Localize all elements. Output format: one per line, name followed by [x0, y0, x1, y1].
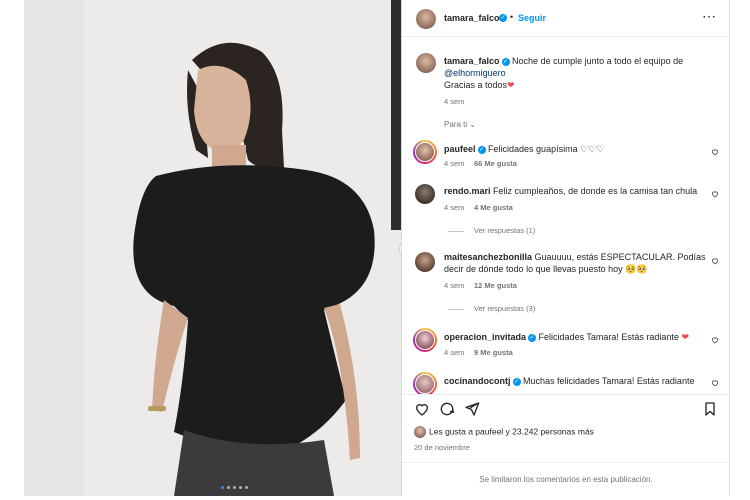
- caption-text: Noche de cumple junto a todo el equipo d…: [512, 56, 684, 66]
- comment-text: Muchas felicidades Tamara! Estás radiant…: [523, 376, 695, 386]
- share-send-icon[interactable]: [464, 401, 480, 417]
- comment-text: Guauuuu, estás ESPECTACULAR. Podías: [534, 252, 706, 262]
- verified-badge-icon: ✓: [501, 57, 510, 66]
- comment-item: maitesanchezbonilla Guauuuu, estás ESPEC…: [402, 248, 730, 318]
- view-replies-label: Ver respuestas (1): [474, 226, 536, 235]
- likes-text: Les gusta a paufeel y 23.242 personas má…: [429, 426, 594, 437]
- post-actions: [402, 394, 730, 422]
- caption-username[interactable]: tamara_falco: [444, 56, 500, 66]
- view-replies-button[interactable]: Ver respuestas (1): [448, 226, 535, 235]
- more-options-icon[interactable]: ⋯: [702, 8, 717, 25]
- comment-time[interactable]: 4 sem: [444, 281, 464, 290]
- reply-divider: [448, 308, 464, 310]
- avatar[interactable]: [415, 252, 435, 272]
- verified-badge-icon: ✓: [477, 145, 486, 154]
- comment-username[interactable]: operacion_invitada: [444, 332, 526, 342]
- mention-link[interactable]: @elhormiguero: [444, 68, 506, 78]
- carousel-dot: [233, 486, 236, 489]
- carousel-dots: [221, 486, 248, 489]
- carousel-dot: [239, 486, 242, 489]
- comment-time[interactable]: 4 sem: [444, 159, 464, 168]
- comment-body: rendo.mari Feliz cumpleaños, de donde es…: [444, 185, 714, 197]
- comment-time[interactable]: 4 sem: [444, 203, 464, 212]
- comment-item: paufeel ✓ Felicidades guapísima ♡♡♡ 4 sem…: [402, 138, 730, 174]
- comment-likes[interactable]: 4 Me gusta: [474, 203, 513, 212]
- story-ring[interactable]: [413, 372, 437, 394]
- separator-dot: •: [510, 12, 514, 22]
- comment-body: operacion_invitada ✓ Felicidades Tamara! …: [444, 331, 689, 343]
- post-photo[interactable]: ›: [24, 0, 401, 496]
- comment-username[interactable]: cocinandocontj: [444, 376, 511, 386]
- heart-outline-icon[interactable]: [711, 190, 719, 198]
- chevron-down-icon: ⌄: [469, 120, 477, 129]
- comment-item: cocinandocontj ✓ Muchas felicidades Tamar…: [402, 370, 730, 394]
- carousel-dot: [227, 486, 230, 489]
- header-username[interactable]: tamara_falco: [444, 13, 500, 23]
- heart-outline-icon[interactable]: [711, 148, 719, 156]
- comment-item: operacion_invitada ✓ Felicidades Tamara! …: [402, 326, 730, 362]
- like-heart-icon[interactable]: [414, 401, 430, 417]
- verified-badge-icon: ✓: [528, 333, 537, 342]
- story-ring[interactable]: [413, 328, 437, 352]
- comment-username[interactable]: rendo.mari: [444, 186, 491, 196]
- avatar: [414, 426, 426, 438]
- caption-body: tamara_falco ✓ Noche de cumple junto a to…: [444, 55, 724, 91]
- heart-outline-icon[interactable]: [711, 379, 719, 387]
- comment-likes[interactable]: 66 Me gusta: [474, 159, 517, 168]
- comment-username[interactable]: maitesanchezbonilla: [444, 252, 532, 262]
- caption: tamara_falco ✓ Noche de cumple junto a to…: [402, 48, 730, 108]
- follow-button[interactable]: Seguir: [518, 13, 546, 23]
- carousel-dot: [221, 486, 224, 489]
- heart-emoji: ❤: [681, 332, 690, 342]
- post-dialog: › tamara_falco ✓ • Seguir ⋯ tamara_falco…: [0, 0, 750, 500]
- post-date[interactable]: 20 de noviembre: [414, 443, 470, 452]
- avatar: [415, 142, 435, 162]
- heart-outline-icon[interactable]: [711, 336, 719, 344]
- comment-likes[interactable]: 9 Me gusta: [474, 348, 513, 357]
- heart-outline-icon[interactable]: [711, 257, 719, 265]
- avatar: [415, 330, 435, 350]
- dialog-border: [729, 0, 730, 496]
- avatar[interactable]: [415, 184, 435, 204]
- comment-item: rendo.mari Feliz cumpleaños, de donde es…: [402, 180, 730, 240]
- comment-username[interactable]: paufeel: [444, 144, 476, 154]
- view-replies-button[interactable]: Ver respuestas (3): [448, 304, 535, 313]
- avatar[interactable]: [416, 53, 436, 73]
- comments-filter[interactable]: Para ti ⌄: [444, 120, 476, 129]
- comments-limited-notice: Se limitaron los comentarios en esta pub…: [402, 462, 730, 496]
- avatar: [415, 374, 435, 394]
- comment-bubble-icon[interactable]: [439, 401, 455, 417]
- likes-summary[interactable]: Les gusta a paufeel y 23.242 personas má…: [414, 426, 594, 438]
- avatar[interactable]: [416, 9, 436, 29]
- post-details-panel: tamara_falco ✓ • Seguir ⋯ tamara_falco ✓ …: [401, 0, 730, 496]
- post-header: tamara_falco ✓ • Seguir ⋯: [402, 0, 730, 37]
- bookmark-icon[interactable]: [702, 401, 718, 417]
- comment-text: decir de dónde todo lo que llevas puesto…: [444, 264, 648, 274]
- caption-time[interactable]: 4 sem: [444, 97, 464, 106]
- heart-emoji: ❤: [507, 80, 515, 90]
- comment-time[interactable]: 4 sem: [444, 348, 464, 357]
- verified-badge-icon: ✓: [499, 14, 507, 22]
- verified-badge-icon: ✓: [512, 377, 521, 386]
- comment-body: maitesanchezbonilla Guauuuu, estás ESPEC…: [444, 251, 714, 275]
- carousel-dot: [245, 486, 248, 489]
- story-ring[interactable]: [413, 140, 437, 164]
- comment-likes[interactable]: 12 Me gusta: [474, 281, 517, 290]
- comment-text: Felicidades Tamara! Estás radiante: [538, 332, 679, 342]
- comment-text: Felicidades guapísima ♡♡♡: [488, 144, 605, 154]
- caption-text: Gracias a todos: [444, 80, 508, 90]
- comment-text: Feliz cumpleaños, de donde es la camisa …: [493, 186, 698, 196]
- reply-divider: [448, 230, 464, 232]
- filter-label: Para ti: [444, 120, 468, 129]
- comment-body: paufeel ✓ Felicidades guapísima ♡♡♡: [444, 143, 604, 155]
- woman-photo-image: [24, 0, 401, 496]
- comment-body: cocinandocontj ✓ Muchas felicidades Tamar…: [444, 375, 694, 387]
- view-replies-label: Ver respuestas (3): [474, 304, 536, 313]
